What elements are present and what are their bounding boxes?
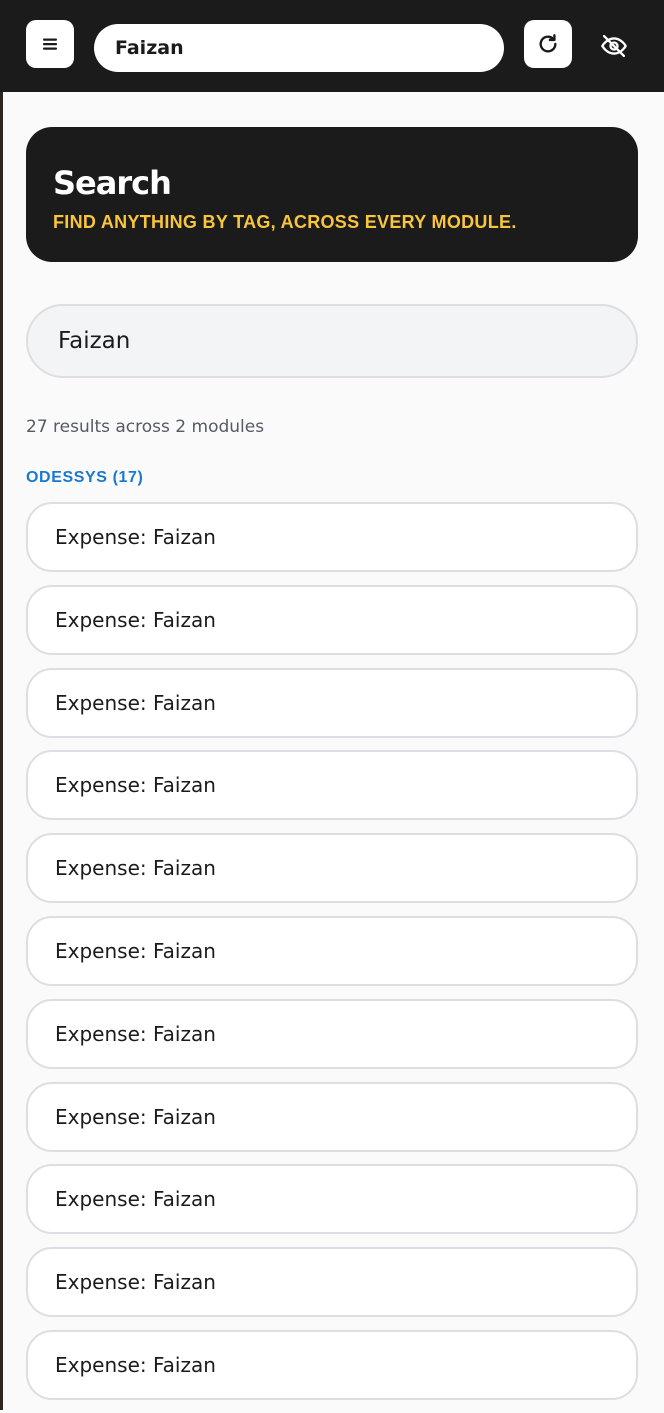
result-item[interactable]: Expense: Faizan — [26, 584, 638, 655]
top-bar: Faizan — [0, 0, 664, 92]
search-input[interactable] — [26, 304, 638, 378]
result-item[interactable]: Expense: Faizan — [26, 1081, 638, 1152]
result-item[interactable]: Expense: Faizan — [26, 915, 638, 986]
result-item[interactable]: Expense: Faizan — [26, 750, 638, 821]
menu-button[interactable] — [26, 20, 74, 68]
result-list: Expense: Faizan Expense: Faizan Expense:… — [26, 502, 638, 1413]
header-search-input[interactable]: Faizan — [94, 24, 504, 72]
results-summary: 27 results across 2 modules — [26, 417, 265, 437]
module-heading-odessys: ODESSYS (17) — [26, 469, 144, 486]
refresh-button[interactable] — [524, 20, 572, 68]
result-item[interactable]: Expense: Faizan — [26, 667, 638, 738]
window-edge — [0, 92, 3, 1410]
result-item[interactable]: Expense: Faizan — [26, 1247, 638, 1318]
hamburger-menu-icon — [43, 38, 57, 50]
page-title: Search — [53, 164, 172, 202]
toggle-visibility-button[interactable] — [590, 22, 638, 70]
refresh-icon — [539, 34, 557, 53]
eye-off-icon — [601, 34, 627, 58]
result-item[interactable]: Expense: Faizan — [26, 502, 638, 572]
result-item[interactable]: Expense: Faizan — [26, 998, 638, 1069]
page-subtitle: FIND ANYTHING BY TAG, ACROSS EVERY MODUL… — [53, 212, 517, 232]
result-item[interactable]: Expense: Faizan — [26, 1329, 638, 1400]
hero-banner: Search FIND ANYTHING BY TAG, ACROSS EVER… — [26, 127, 638, 262]
result-item[interactable]: Expense: Faizan — [26, 1164, 638, 1235]
result-item[interactable]: Expense: Faizan — [26, 833, 638, 904]
